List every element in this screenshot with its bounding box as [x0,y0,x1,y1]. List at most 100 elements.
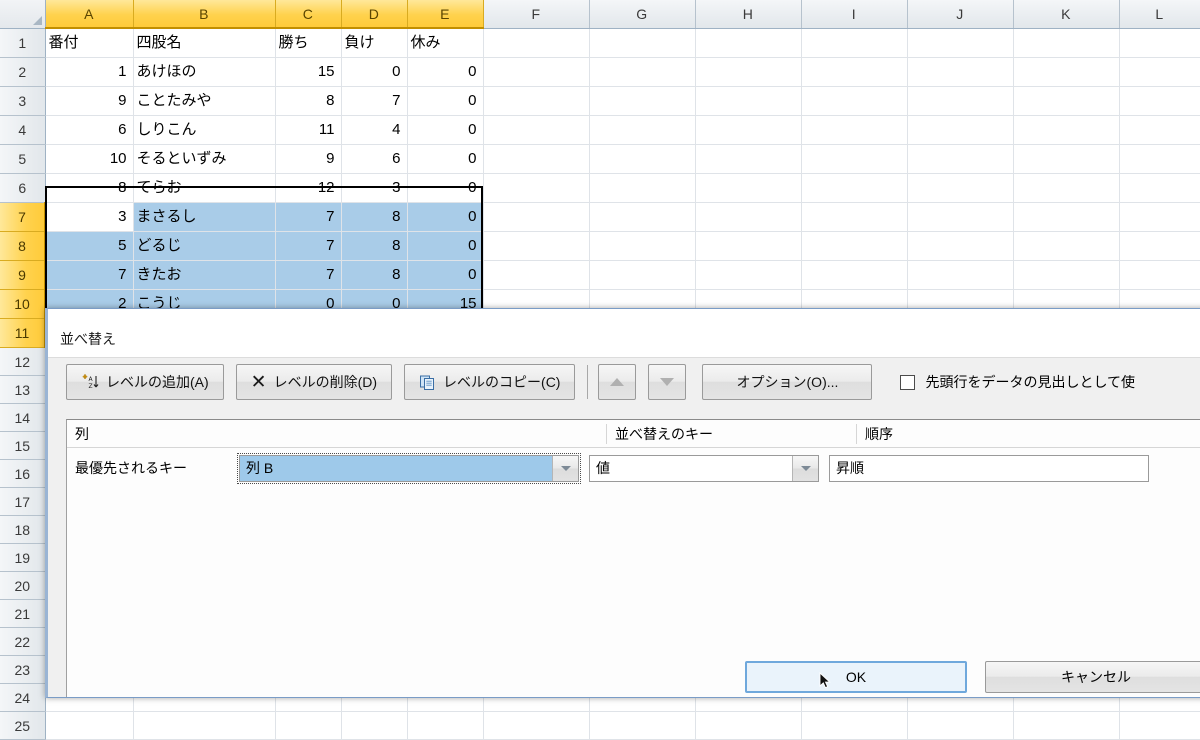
cell-G3[interactable] [589,86,696,116]
column-header-g[interactable]: G [589,0,696,29]
cell-J7[interactable] [907,202,1014,232]
cell-G9[interactable] [589,260,696,290]
column-header-row[interactable]: A B C D E F G H I J K L [0,0,1200,29]
cell-B6[interactable]: てらお [133,173,276,203]
row-header-1[interactable]: 1 [0,28,46,58]
cell-K3[interactable] [1013,86,1120,116]
header-row-checkbox-wrap[interactable]: 先頭行をデータの見出しとして使 [900,372,1135,392]
cell-E3[interactable]: 0 [407,86,484,116]
sort-dialog[interactable]: 並べ替え A Z レベルの追加(A) ✕ レベルの削除(D) レベルのコピー(C… [45,308,1200,698]
cell-F5[interactable] [483,144,590,174]
column-header-d[interactable]: D [341,0,408,29]
row-header-2[interactable]: 2 [0,57,46,87]
cell-B5[interactable]: そるといずみ [133,144,276,174]
cell-C3[interactable]: 8 [275,86,342,116]
cell-I4[interactable] [801,115,908,145]
select-all-corner[interactable] [0,0,46,29]
row-header-14[interactable]: 14 [0,403,46,432]
cell-A5[interactable]: 10 [45,144,134,174]
cell-K25[interactable] [1013,711,1120,740]
cancel-button[interactable]: キャンセル [985,661,1200,693]
cell-I7[interactable] [801,202,908,232]
table-row[interactable]: 5 10 そるといずみ 9 6 0 [0,144,1200,174]
cell-J8[interactable] [907,231,1014,261]
cell-G25[interactable] [589,711,696,740]
table-row[interactable]: 6 8 てらお 12 3 0 [0,173,1200,203]
cell-B7[interactable]: まさるし [133,202,276,232]
ok-button[interactable]: OK [745,661,967,693]
row-header-18[interactable]: 18 [0,515,46,544]
cell-K2[interactable] [1013,57,1120,87]
row-header-13[interactable]: 13 [0,375,46,404]
cell-D25[interactable] [341,711,408,740]
cell-A8[interactable]: 5 [45,231,134,261]
cell-G7[interactable] [589,202,696,232]
cell-F9[interactable] [483,260,590,290]
move-up-button[interactable] [598,364,637,400]
row-header-21[interactable]: 21 [0,599,46,628]
cell-K5[interactable] [1013,144,1120,174]
column-header-j[interactable]: J [907,0,1014,29]
cell-A4[interactable]: 6 [45,115,134,145]
cell-C8[interactable]: 7 [275,231,342,261]
row-header-9[interactable]: 9 [0,260,46,290]
dialog-toolbar[interactable]: A Z レベルの追加(A) ✕ レベルの削除(D) レベルのコピー(C) オプシ… [48,357,1200,406]
row-header-19[interactable]: 19 [0,543,46,572]
cell-C25[interactable] [275,711,342,740]
cell-L25[interactable] [1119,711,1200,740]
cell-H8[interactable] [695,231,802,261]
cell-I1[interactable] [801,28,908,58]
cell-E7[interactable]: 0 [407,202,484,232]
add-level-button[interactable]: A Z レベルの追加(A) [66,364,224,400]
column-header-h[interactable]: H [695,0,802,29]
cell-I3[interactable] [801,86,908,116]
sort-key-select-arrow[interactable] [792,455,818,481]
cell-E4[interactable]: 0 [407,115,484,145]
cell-E5[interactable]: 0 [407,144,484,174]
table-row[interactable]: 1 番付 四股名 勝ち 負け 休み [0,28,1200,58]
copy-level-button[interactable]: レベルのコピー(C) [404,364,576,400]
cell-D7[interactable]: 8 [341,202,408,232]
table-row[interactable]: 8 5 どるじ 7 8 0 [0,231,1200,261]
cell-F8[interactable] [483,231,590,261]
cell-H25[interactable] [695,711,802,740]
cell-K1[interactable] [1013,28,1120,58]
cell-E25[interactable] [407,711,484,740]
table-row[interactable]: 3 9 ことたみや 8 7 0 [0,86,1200,116]
cell-F25[interactable] [483,711,590,740]
cell-C9[interactable]: 7 [275,260,342,290]
cell-F1[interactable] [483,28,590,58]
cell-B3[interactable]: ことたみや [133,86,276,116]
cell-L9[interactable] [1119,260,1200,290]
cell-C6[interactable]: 12 [275,173,342,203]
cell-C1[interactable]: 勝ち [275,28,342,58]
cell-L2[interactable] [1119,57,1200,87]
cell-J25[interactable] [907,711,1014,740]
cell-J3[interactable] [907,86,1014,116]
row-header-6[interactable]: 6 [0,173,46,203]
table-row[interactable]: 25 [0,711,1200,740]
column-header-a[interactable]: A [45,0,134,29]
cell-B8[interactable]: どるじ [133,231,276,261]
column-header-b[interactable]: B [133,0,276,29]
sort-level-row[interactable]: 最優先されるキー 列 B 値 昇順 [67,448,1200,486]
cell-D1[interactable]: 負け [341,28,408,58]
sort-level-panel[interactable]: 列 並べ替えのキー 順序 最優先されるキー 列 B 値 昇順 [66,419,1200,697]
cell-B25[interactable] [133,711,276,740]
cell-H9[interactable] [695,260,802,290]
cell-A2[interactable]: 1 [45,57,134,87]
cell-E8[interactable]: 0 [407,231,484,261]
cell-K6[interactable] [1013,173,1120,203]
cell-E9[interactable]: 0 [407,260,484,290]
cell-J5[interactable] [907,144,1014,174]
cell-G5[interactable] [589,144,696,174]
cell-J1[interactable] [907,28,1014,58]
cell-G1[interactable] [589,28,696,58]
order-select-value[interactable]: 昇順 [829,454,1149,482]
cell-A3[interactable]: 9 [45,86,134,116]
row-header-16[interactable]: 16 [0,459,46,488]
column-header-i[interactable]: I [801,0,908,29]
table-row[interactable]: 7 3 まさるし 7 8 0 [0,202,1200,232]
row-header-3[interactable]: 3 [0,86,46,116]
cell-E6[interactable]: 0 [407,173,484,203]
